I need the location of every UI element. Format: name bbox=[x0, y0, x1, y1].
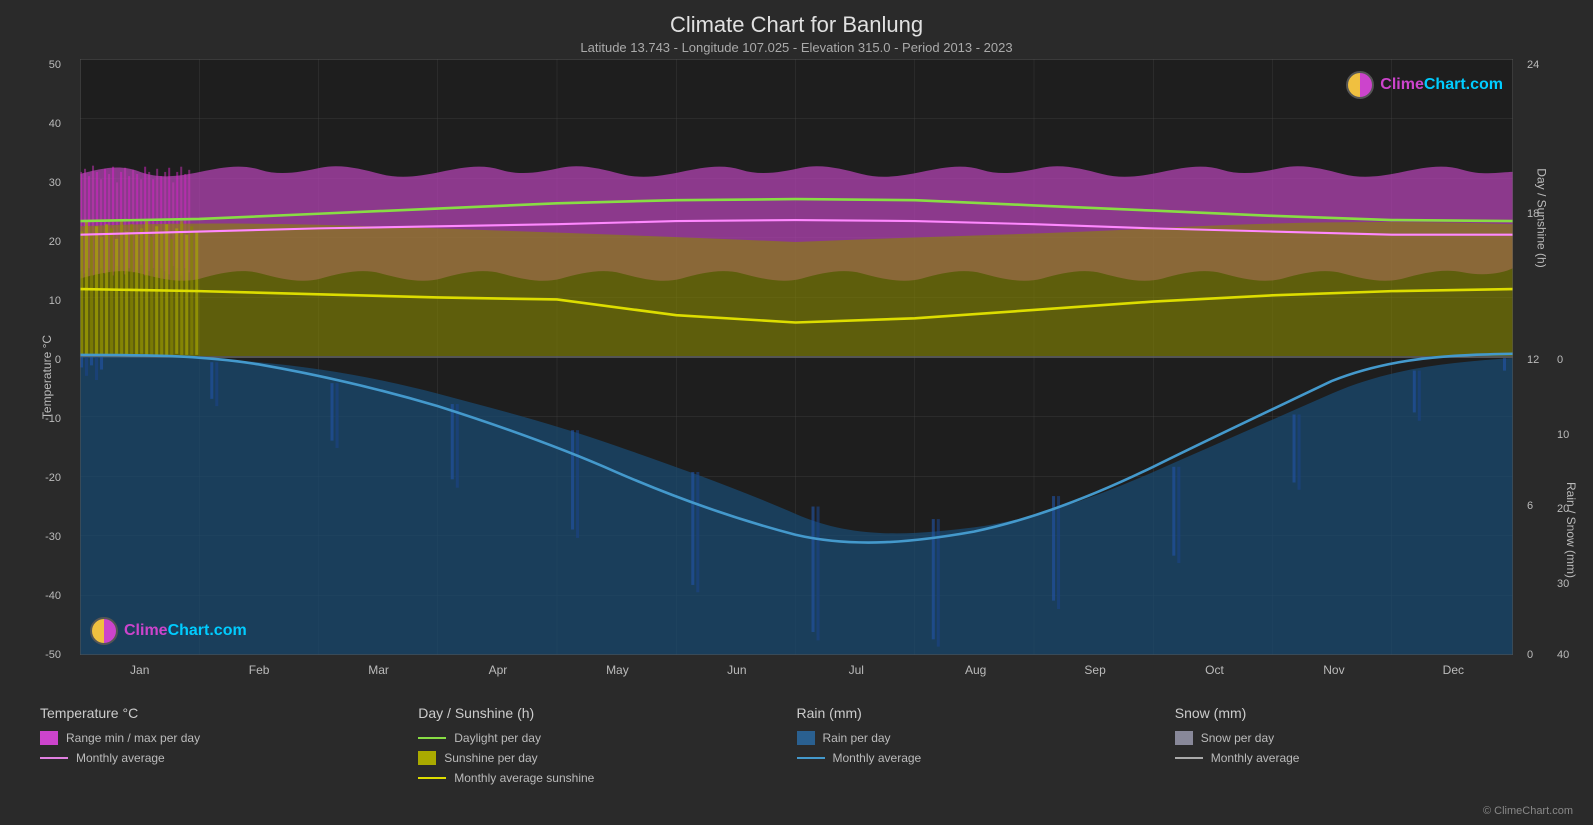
legend-swatch-temp-range bbox=[40, 731, 58, 745]
legend-swatch-snow bbox=[1175, 731, 1193, 745]
copyright-text: © ClimeChart.com bbox=[1483, 805, 1573, 817]
legend-item-snow-swatch: Snow per day bbox=[1175, 731, 1553, 745]
legend-title-temperature: Temperature °C bbox=[40, 705, 418, 721]
legend-line-sunshine-avg bbox=[418, 777, 446, 779]
x-label-mar: Mar bbox=[319, 663, 438, 677]
legend-area: Temperature °C Range min / max per day M… bbox=[0, 695, 1593, 825]
x-axis: Jan Feb Mar Apr May Jun Jul Aug Sep Oct … bbox=[80, 655, 1513, 695]
x-label-dec: Dec bbox=[1394, 663, 1513, 677]
legend-line-daylight bbox=[418, 737, 446, 739]
x-label-jan: Jan bbox=[80, 663, 199, 677]
legend-line-temp-avg bbox=[40, 757, 68, 759]
x-label-aug: Aug bbox=[916, 663, 1035, 677]
legend-col-snow: Snow (mm) Snow per day Monthly average bbox=[1175, 705, 1553, 820]
legend-line-rain-avg bbox=[797, 757, 825, 759]
legend-line-snow-avg bbox=[1175, 757, 1203, 759]
x-label-jun: Jun bbox=[677, 663, 796, 677]
legend-item-sunshine-swatch: Sunshine per day bbox=[418, 751, 796, 765]
main-chart-svg bbox=[80, 59, 1513, 655]
legend-swatch-sunshine bbox=[418, 751, 436, 765]
x-label-apr: Apr bbox=[438, 663, 557, 677]
x-label-nov: Nov bbox=[1274, 663, 1393, 677]
legend-col-sunshine: Day / Sunshine (h) Daylight per day Suns… bbox=[418, 705, 796, 820]
chart-header: Climate Chart for Banlung Latitude 13.74… bbox=[0, 0, 1593, 59]
legend-item-snow-avg: Monthly average bbox=[1175, 751, 1553, 765]
x-label-sep: Sep bbox=[1035, 663, 1154, 677]
legend-swatch-rain bbox=[797, 731, 815, 745]
legend-item-temp-range: Range min / max per day bbox=[40, 731, 418, 745]
legend-item-rain-swatch: Rain per day bbox=[797, 731, 1175, 745]
legend-item-daylight: Daylight per day bbox=[418, 731, 796, 745]
x-label-jul: Jul bbox=[797, 663, 916, 677]
x-label-may: May bbox=[558, 663, 677, 677]
legend-col-rain: Rain (mm) Rain per day Monthly average bbox=[797, 705, 1175, 820]
chart-title: Climate Chart for Banlung bbox=[0, 12, 1593, 38]
x-label-oct: Oct bbox=[1155, 663, 1274, 677]
logo-top-right: ClimeChart.com bbox=[1346, 71, 1503, 99]
logo-circle-bottom bbox=[90, 617, 118, 645]
y-axis-left-title: Temperature °C bbox=[40, 335, 54, 419]
legend-item-sunshine-avg: Monthly average sunshine bbox=[418, 771, 796, 785]
legend-title-rain: Rain (mm) bbox=[797, 705, 1175, 721]
legend-title-snow: Snow (mm) bbox=[1175, 705, 1553, 721]
logo-circle-top bbox=[1346, 71, 1374, 99]
chart-subtitle: Latitude 13.743 - Longitude 107.025 - El… bbox=[0, 40, 1593, 55]
y-axis-right-title-top: Day / Sunshine (h) bbox=[1534, 168, 1548, 267]
legend-title-sunshine: Day / Sunshine (h) bbox=[418, 705, 796, 721]
chart-container: Climate Chart for Banlung Latitude 13.74… bbox=[0, 0, 1593, 825]
y-axis-right-title-bottom: Rain / Snow (mm) bbox=[1564, 482, 1578, 578]
legend-col-temperature: Temperature °C Range min / max per day M… bbox=[40, 705, 418, 820]
legend-item-rain-avg: Monthly average bbox=[797, 751, 1175, 765]
x-label-feb: Feb bbox=[199, 663, 318, 677]
logo-bottom-left: ClimeChart.com bbox=[90, 617, 247, 645]
legend-item-temp-avg: Monthly average bbox=[40, 751, 418, 765]
logo-text-bottom: ClimeChart.com bbox=[124, 622, 247, 640]
logo-text-top: ClimeChart.com bbox=[1380, 76, 1503, 94]
